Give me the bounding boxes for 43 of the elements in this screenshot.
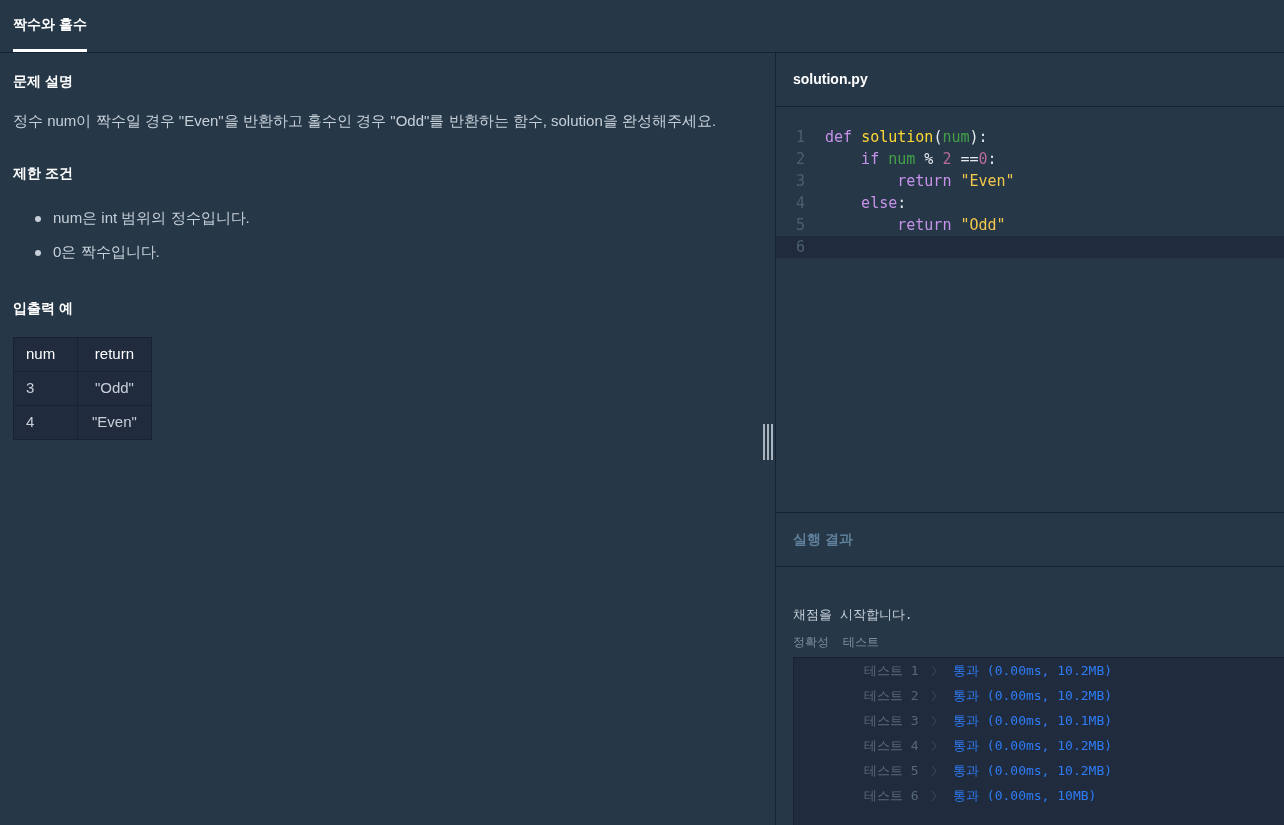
test-result: 통과 (0.00ms, 10.2MB) (953, 762, 1113, 781)
bullet-icon (35, 215, 41, 222)
test-result: 통과 (0.00ms, 10.2MB) (953, 687, 1113, 706)
test-label: 테스트 2 (864, 687, 920, 706)
tab[interactable]: 짝수와 홀수 (13, 14, 87, 52)
table-cell: 3 (13, 371, 78, 405)
chevron-icon (931, 690, 937, 702)
test-result: 통과 (0.00ms, 10MB) (953, 787, 1097, 806)
description-text: 정수 num이 짝수일 경우 "Even"을 반환하고 홀수인 경우 "Odd"를 반환하는 함수, solution을 완성해주세요. (13, 111, 718, 131)
file-name: solution.py (793, 70, 868, 89)
panel-title: 실행 결과 (793, 530, 853, 549)
section-heading: 입출력 예 (13, 298, 74, 318)
code-line: if num % 2 ==0: (860, 148, 997, 170)
table-cell: 4 (13, 405, 78, 439)
code-line: def solution(num): (824, 126, 988, 148)
bullet-icon (35, 249, 41, 256)
resize-handle[interactable] (763, 424, 773, 460)
test-result: 통과 (0.00ms, 10.2MB) (953, 737, 1113, 756)
chevron-icon (931, 765, 937, 777)
list-item-text: 0은 짝수입니다. (53, 242, 160, 263)
test-result: 통과 (0.00ms, 10.1MB) (953, 712, 1113, 731)
test-label: 테스트 6 (864, 787, 920, 806)
test-label: 테스트 1 (864, 662, 920, 681)
column-header: return (77, 337, 152, 371)
column-header: num (13, 337, 78, 371)
chevron-icon (931, 665, 937, 677)
test-label: 테스트 3 (864, 712, 920, 731)
output-text: 정확성 테스트 (793, 633, 881, 651)
code-line: return "Odd" (896, 214, 1006, 236)
chevron-icon (931, 715, 937, 727)
output-text: 채점을 시작합니다. (793, 606, 914, 624)
chevron-icon (931, 790, 937, 802)
table-cell: "Odd" (77, 371, 152, 405)
code-line: return "Even" (896, 170, 1015, 192)
test-label: 테스트 5 (864, 762, 920, 781)
test-result: 통과 (0.00ms, 10.2MB) (953, 662, 1113, 681)
table-cell: "Even" (77, 405, 152, 439)
code-line: else: (860, 192, 907, 214)
section-heading: 문제 설명 (13, 72, 74, 91)
test-label: 테스트 4 (864, 737, 920, 756)
section-heading: 제한 조건 (13, 163, 74, 183)
list-item-text: num은 int 범위의 정수입니다. (53, 208, 250, 229)
chevron-icon (931, 740, 937, 752)
